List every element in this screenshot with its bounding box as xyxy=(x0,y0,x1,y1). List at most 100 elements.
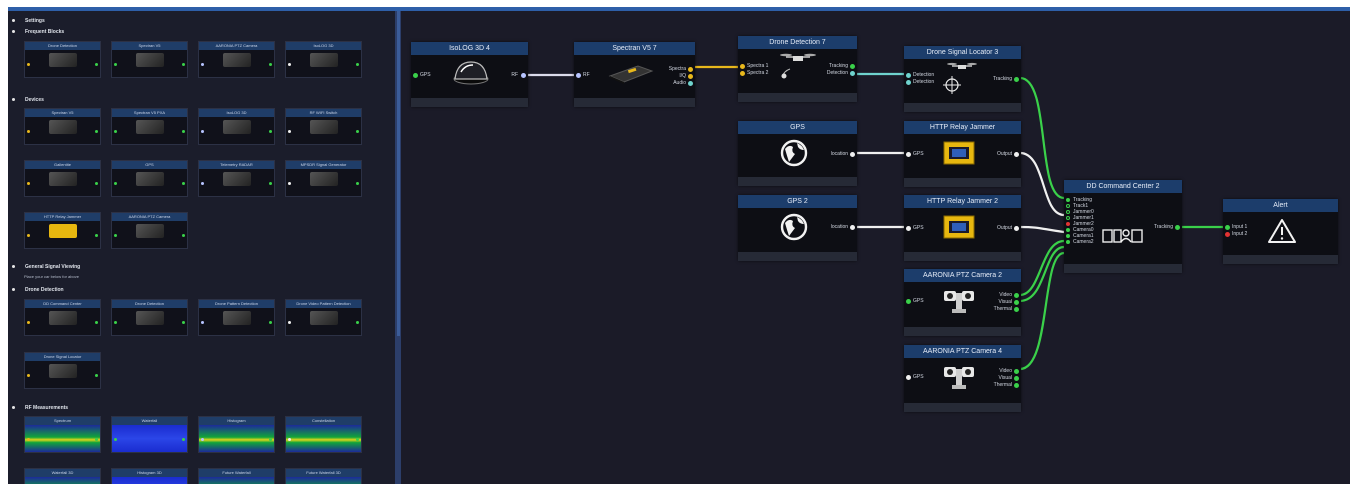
palette-block[interactable]: MPSDR Signal Generator xyxy=(285,160,362,197)
palette-block[interactable]: Spectran V5 xyxy=(24,108,101,145)
port-output[interactable]: Output xyxy=(997,151,1012,157)
section-general-signal-viewing[interactable]: General Signal Viewing xyxy=(12,264,80,270)
dd-port-dot[interactable] xyxy=(1066,234,1070,238)
palette-block[interactable]: DD Command Center xyxy=(24,299,101,336)
port-gps[interactable]: GPS xyxy=(913,225,924,231)
node-drone-detection-7[interactable]: Drone Detection 7 Spectra 1 Spectra 2 Tr… xyxy=(738,36,857,102)
palette-block[interactable]: Gallentite xyxy=(24,160,101,197)
palette-block[interactable]: IsoLOG 3D xyxy=(198,108,275,145)
port-rf-in[interactable]: RF xyxy=(583,72,590,78)
section-settings[interactable]: Settings xyxy=(12,18,45,24)
palette-block[interactable]: Spectran V5 PXA xyxy=(111,108,188,145)
palette-block-icon xyxy=(136,311,164,325)
port-gps[interactable]: GPS xyxy=(420,72,431,78)
palette-port-out xyxy=(182,63,185,66)
palette-block[interactable]: AARONIA PTZ Camera xyxy=(111,212,188,249)
dd-port-dot[interactable] xyxy=(1066,240,1070,244)
dd-input-port[interactable]: Camera2 xyxy=(1073,239,1094,245)
port-spectra-1[interactable]: Spectra 1 xyxy=(747,63,768,69)
port-video[interactable]: Video xyxy=(999,368,1012,374)
section-devices[interactable]: Devices xyxy=(12,97,44,103)
palette-block[interactable]: Drone Signal Locator xyxy=(24,352,101,389)
palette-block[interactable]: Future Waterfall xyxy=(198,468,275,484)
palette-block[interactable]: Histogram xyxy=(198,416,275,453)
palette-block[interactable]: Spectran V5 xyxy=(111,41,188,78)
section-drone-detection[interactable]: Drone Detection xyxy=(12,287,64,293)
palette-block[interactable]: Telemetry RADAR xyxy=(198,160,275,197)
port-audio[interactable]: Audio xyxy=(673,80,686,86)
node-drone-signal-locator-3[interactable]: Drone Signal Locator 3 Detection Detecti… xyxy=(904,46,1021,112)
palette-block[interactable]: Drone Video Pattern Detection xyxy=(285,299,362,336)
palette-block[interactable]: IsoLOG 3D xyxy=(285,41,362,78)
palette-block[interactable]: Drone Detection xyxy=(111,299,188,336)
node-isolog-3d-4[interactable]: IsoLOG 3D 4 GPS RF xyxy=(411,42,528,107)
dd-port-dot[interactable] xyxy=(1066,210,1070,214)
port-video[interactable]: Video xyxy=(999,292,1012,298)
port-tracking[interactable]: Tracking xyxy=(829,63,848,69)
palette-port-out xyxy=(182,234,185,237)
port-visual[interactable]: Visual xyxy=(998,299,1012,305)
palette-port-out xyxy=(269,63,272,66)
port-output[interactable]: Output xyxy=(997,225,1012,231)
dd-port-dot[interactable] xyxy=(1066,228,1070,232)
port-spectra[interactable]: Spectra xyxy=(669,66,686,72)
palette-block[interactable]: Future Waterfall 3D xyxy=(285,468,362,484)
palette-port-out xyxy=(356,63,359,66)
node-aaronia-ptz-camera-2[interactable]: AARONIA PTZ Camera 2 GPS Video Visual Th… xyxy=(904,269,1021,336)
node-dd-command-center-2[interactable]: DD Command Center 2 Tracking Track1 Jammer… xyxy=(1064,180,1182,273)
port-input-2[interactable]: Input 2 xyxy=(1232,231,1247,237)
dd-port-dot[interactable] xyxy=(1066,222,1070,226)
palette-block[interactable]: RF WIFI Switch xyxy=(285,108,362,145)
dd-port-dot[interactable] xyxy=(1066,204,1070,208)
palette-block-title: Spectran V5 xyxy=(25,109,100,117)
palette-block[interactable]: Waterfall 3D xyxy=(24,468,101,484)
node-http-relay-jammer-2[interactable]: HTTP Relay Jammer 2 GPS Output xyxy=(904,195,1021,261)
palette-block[interactable]: GPS xyxy=(111,160,188,197)
port-location[interactable]: location xyxy=(831,224,848,230)
port-input-1[interactable]: Input 1 xyxy=(1232,224,1247,230)
node-http-relay-jammer[interactable]: HTTP Relay Jammer GPS Output xyxy=(904,121,1021,187)
dd-port-dot[interactable] xyxy=(1066,216,1070,220)
port-spectra-2[interactable]: Spectra 2 xyxy=(747,70,768,76)
palette-block[interactable]: Spectrum xyxy=(24,416,101,453)
palette-port-out xyxy=(95,63,98,66)
port-visual[interactable]: Visual xyxy=(998,375,1012,381)
palette-block[interactable]: Histogram 3D xyxy=(111,468,188,484)
node-gps[interactable]: GPS location xyxy=(738,121,857,186)
node-gps-2[interactable]: GPS 2 location xyxy=(738,195,857,261)
port-detection-2[interactable]: Detection xyxy=(913,79,934,85)
node-spectran-v5-7[interactable]: Spectran V5 7 RF Spectra I/Q Audio xyxy=(574,42,695,107)
section-rf-measurements[interactable]: RF Measurements xyxy=(12,405,68,411)
palette-block[interactable]: HTTP Relay Jammer xyxy=(24,212,101,249)
port-detection-1[interactable]: Detection xyxy=(913,72,934,78)
node-title: Alert xyxy=(1223,199,1338,212)
port-gps[interactable]: GPS xyxy=(913,151,924,157)
dd-port-dot[interactable] xyxy=(1066,198,1070,202)
palette-block[interactable]: Drone Detection xyxy=(24,41,101,78)
port-thermal[interactable]: Thermal xyxy=(994,306,1012,312)
flow-canvas[interactable]: IsoLOG 3D 4 GPS RF Spectran V5 7 RF Spec… xyxy=(401,11,1350,484)
palette-scrollbar[interactable] xyxy=(397,11,400,336)
port-tracking-out[interactable]: Tracking xyxy=(993,76,1012,82)
port-thermal[interactable]: Thermal xyxy=(994,382,1012,388)
port-gps[interactable]: GPS xyxy=(913,298,924,304)
port-detection[interactable]: Detection xyxy=(827,70,848,76)
port-tracking-out[interactable]: Tracking xyxy=(1154,224,1173,230)
port-iq[interactable]: I/Q xyxy=(679,73,686,79)
palette-block-icon xyxy=(223,311,251,325)
port-location[interactable]: location xyxy=(831,151,848,157)
palette-port-out xyxy=(95,374,98,377)
port-gps[interactable]: GPS xyxy=(913,374,924,380)
palette-block[interactable]: Constellation xyxy=(285,416,362,453)
globe-icon xyxy=(780,213,808,241)
palette-block[interactable]: AARONIA PTZ Camera xyxy=(198,41,275,78)
block-palette[interactable]: Settings Frequent Blocks Drone Detection… xyxy=(8,11,395,484)
palette-port-in xyxy=(27,438,30,441)
node-aaronia-ptz-camera-4[interactable]: AARONIA PTZ Camera 4 GPS Video Visual Th… xyxy=(904,345,1021,412)
node-alert[interactable]: Alert Input 1 Input 2 xyxy=(1223,199,1338,264)
palette-block[interactable]: Drone Pattern Detection xyxy=(198,299,275,336)
palette-block-icon xyxy=(49,224,77,238)
section-frequent-blocks[interactable]: Frequent Blocks xyxy=(12,29,64,35)
palette-block[interactable]: Waterfall xyxy=(111,416,188,453)
port-rf[interactable]: RF xyxy=(511,72,518,78)
